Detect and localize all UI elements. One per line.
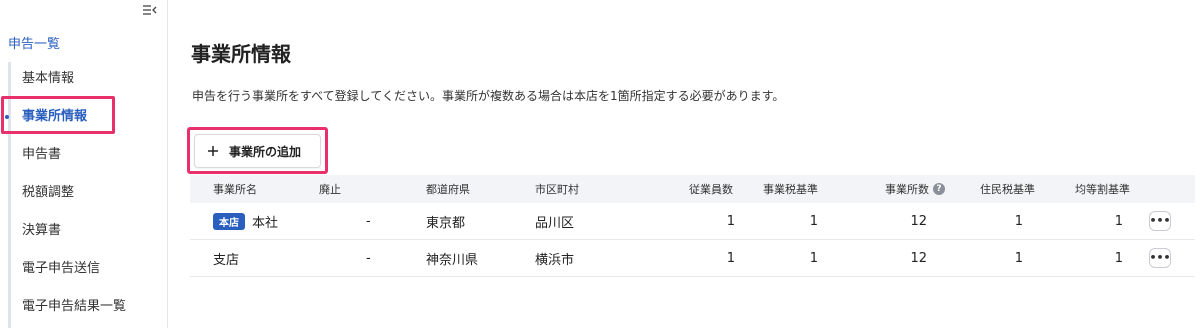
main-content: 事業所情報 申告を行う事業所をすべて登録してください。事業所が複数ある場合は本店… bbox=[187, 0, 1202, 328]
column-header-equal-split-basis: 均等割基準 bbox=[1075, 183, 1130, 196]
haishi-cell: - bbox=[366, 213, 371, 229]
head-office-badge: 本店 bbox=[213, 212, 245, 230]
office-name: 支店 bbox=[213, 252, 240, 268]
equal-split-basis-cell: 1 bbox=[1114, 250, 1123, 266]
collapse-menu-icon[interactable] bbox=[142, 3, 158, 17]
prefecture-cell: 東京都 bbox=[426, 215, 466, 231]
column-header-employees: 従業員数 bbox=[689, 183, 733, 196]
sidebar-link-return-list[interactable]: 申告一覧 bbox=[8, 33, 60, 52]
sidebar-item-label: 電子申告結果一覧 bbox=[22, 299, 127, 314]
table-row[interactable]: 支店 - 神奈川県 横浜市 1 1 12 1 1 ••• bbox=[190, 240, 1195, 277]
sidebar-item-tax-adjustment[interactable]: 税額調整 bbox=[0, 176, 167, 214]
sidebar: 申告一覧 基本情報 事業所情報 申告書 税額調整 決算書 電子申告送信 電子申告… bbox=[0, 0, 168, 328]
city-cell: 横浜市 bbox=[535, 252, 575, 268]
sidebar-item-basic-info[interactable]: 基本情報 bbox=[0, 62, 167, 100]
page-title: 事業所情報 bbox=[191, 42, 291, 66]
more-options-button[interactable]: ••• bbox=[1149, 248, 1171, 268]
table-header: 事業所名 廃止 都道府県 市区町村 従業員数 事業税基準 事業所数 ? 住民税基… bbox=[190, 175, 1195, 203]
sidebar-nav: 基本情報 事業所情報 申告書 税額調整 決算書 電子申告送信 電子申告結果一覧 bbox=[0, 62, 167, 328]
business-tax-basis-cell: 1 bbox=[809, 213, 818, 229]
column-header-haishi: 廃止 bbox=[319, 183, 341, 196]
table-row[interactable]: 本店 本社 - 東京都 品川区 1 1 12 1 1 ••• bbox=[190, 203, 1195, 240]
sidebar-item-office-info[interactable]: 事業所情報 bbox=[0, 100, 167, 138]
more-options-button[interactable]: ••• bbox=[1149, 211, 1171, 231]
sidebar-item-financial-statements[interactable]: 決算書 bbox=[0, 214, 167, 252]
sidebar-item-e-filing-send[interactable]: 電子申告送信 bbox=[0, 252, 167, 290]
sidebar-item-label: 決算書 bbox=[22, 223, 62, 238]
sidebar-item-label: 税額調整 bbox=[22, 185, 75, 200]
page-description: 申告を行う事業所をすべて登録してください。事業所が複数ある場合は本店を1箇所指定… bbox=[192, 89, 785, 103]
column-header-name: 事業所名 bbox=[213, 183, 257, 196]
sidebar-item-e-filing-results[interactable]: 電子申告結果一覧 bbox=[0, 290, 167, 328]
sidebar-item-label: 電子申告送信 bbox=[22, 261, 101, 276]
add-office-button-label: 事業所の追加 bbox=[229, 144, 302, 159]
sidebar-item-label: 事業所情報 bbox=[22, 109, 88, 124]
office-name-cell: 支店 bbox=[213, 249, 239, 268]
resident-tax-basis-cell: 1 bbox=[1014, 213, 1023, 229]
office-table: 事業所名 廃止 都道府県 市区町村 従業員数 事業税基準 事業所数 ? 住民税基… bbox=[190, 175, 1195, 277]
resident-tax-basis-cell: 1 bbox=[1014, 250, 1023, 266]
active-indicator-dot bbox=[5, 115, 9, 119]
equal-split-basis-cell: 1 bbox=[1114, 213, 1123, 229]
column-header-business-tax-basis: 事業税基準 bbox=[763, 183, 818, 196]
office-count-cell: 12 bbox=[910, 250, 927, 266]
more-horizontal-icon: ••• bbox=[1149, 214, 1171, 227]
prefecture-cell: 神奈川県 bbox=[426, 252, 479, 268]
city-cell: 品川区 bbox=[535, 215, 575, 231]
office-name: 本社 bbox=[252, 215, 279, 231]
office-name-cell: 本店 本社 bbox=[213, 212, 278, 231]
help-icon[interactable]: ? bbox=[933, 183, 945, 195]
business-tax-basis-cell: 1 bbox=[809, 250, 818, 266]
employees-cell: 1 bbox=[726, 213, 735, 229]
office-count-cell: 12 bbox=[910, 213, 927, 229]
column-header-office-count: 事業所数 ? bbox=[885, 181, 945, 197]
column-header-resident-tax-basis: 住民税基準 bbox=[980, 183, 1035, 196]
haishi-cell: - bbox=[366, 250, 371, 266]
sidebar-item-return-form[interactable]: 申告書 bbox=[0, 138, 167, 176]
employees-cell: 1 bbox=[726, 250, 735, 266]
column-header-city: 市区町村 bbox=[535, 183, 579, 196]
more-horizontal-icon: ••• bbox=[1149, 251, 1171, 264]
column-header-prefecture: 都道府県 bbox=[426, 183, 470, 196]
sidebar-item-label: 申告書 bbox=[22, 147, 62, 162]
plus-icon bbox=[208, 146, 218, 156]
add-office-button[interactable]: 事業所の追加 bbox=[194, 134, 321, 168]
sidebar-item-label: 基本情報 bbox=[22, 71, 75, 86]
column-header-office-count-label: 事業所数 bbox=[885, 183, 929, 196]
